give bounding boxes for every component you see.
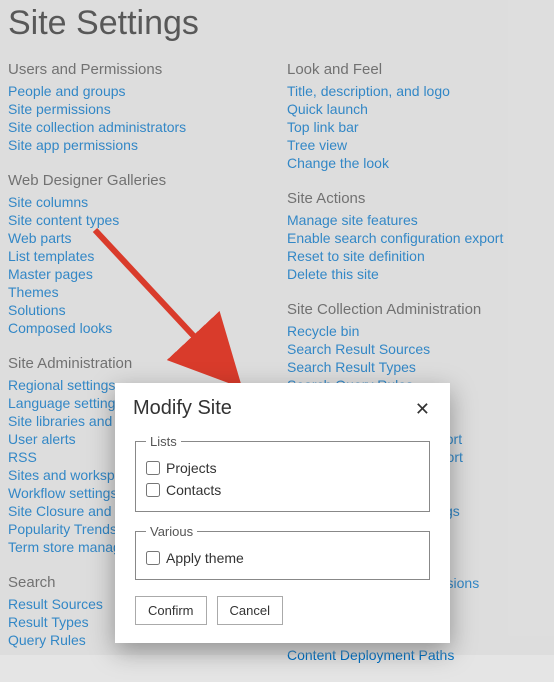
various-legend: Various [146,524,197,539]
cancel-button[interactable]: Cancel [217,596,283,625]
apply-theme-label: Apply theme [166,550,244,566]
close-icon[interactable]: ✕ [413,398,432,420]
contacts-row[interactable]: Contacts [146,479,419,501]
confirm-button[interactable]: Confirm [135,596,207,625]
apply-theme-row[interactable]: Apply theme [146,547,419,569]
lists-fieldset: Lists Projects Contacts [135,434,430,512]
projects-row[interactable]: Projects [146,457,419,479]
contacts-checkbox[interactable] [146,483,160,497]
projects-label: Projects [166,460,217,476]
various-fieldset: Various Apply theme [135,524,430,580]
apply-theme-checkbox[interactable] [146,551,160,565]
dialog-title: Modify Site [133,397,232,420]
lists-legend: Lists [146,434,181,449]
projects-checkbox[interactable] [146,461,160,475]
modify-site-dialog: Modify Site ✕ Lists Projects Contacts Va… [115,383,450,643]
contacts-label: Contacts [166,482,221,498]
